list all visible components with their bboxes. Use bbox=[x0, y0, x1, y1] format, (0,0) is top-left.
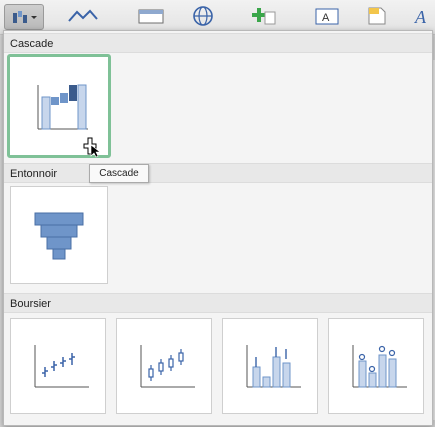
section-header-cascade: Cascade bbox=[4, 33, 432, 53]
funnel-chart-icon bbox=[34, 212, 84, 260]
section-header-stock: Boursier bbox=[4, 293, 432, 313]
note-icon bbox=[368, 7, 386, 25]
chart-tile-stock-hlc[interactable] bbox=[10, 318, 106, 414]
wordart-icon: A bbox=[414, 7, 427, 27]
line-chart-icon bbox=[68, 9, 98, 22]
add-icon bbox=[252, 8, 276, 25]
chart-tile-stock-vohlc[interactable] bbox=[328, 318, 424, 414]
text-box-icon: A bbox=[315, 8, 339, 25]
tooltip: Cascade bbox=[89, 164, 149, 183]
text-box-button[interactable]: A bbox=[310, 4, 346, 28]
table-button[interactable] bbox=[134, 4, 170, 28]
move-cursor-icon bbox=[83, 137, 100, 158]
stock-ohlc-chart-icon bbox=[140, 345, 195, 388]
stock-volume-ohlc-chart-icon bbox=[352, 345, 407, 388]
table-icon bbox=[138, 9, 164, 24]
svg-text:A: A bbox=[414, 7, 427, 27]
chart-gallery-panel: Cascade Entonnoir Boursier bbox=[3, 30, 433, 426]
chart-tile-stock-vhlc[interactable] bbox=[222, 318, 318, 414]
note-button[interactable] bbox=[362, 4, 392, 28]
stock-volume-hlc-chart-icon bbox=[246, 345, 301, 388]
section-header-funnel: Entonnoir bbox=[4, 163, 432, 183]
map-button[interactable] bbox=[188, 4, 218, 28]
chart-type-button[interactable] bbox=[4, 4, 44, 30]
wordart-button[interactable]: A bbox=[410, 4, 434, 28]
stock-hlc-chart-icon bbox=[34, 345, 89, 388]
line-chart-button[interactable] bbox=[64, 4, 104, 28]
waterfall-chart-icon bbox=[13, 11, 37, 23]
globe-icon bbox=[193, 6, 213, 26]
chart-tile-stock-ohlc[interactable] bbox=[116, 318, 212, 414]
add-button[interactable] bbox=[246, 4, 282, 28]
svg-text:A: A bbox=[322, 12, 330, 24]
chart-tile-funnel[interactable] bbox=[10, 186, 108, 284]
